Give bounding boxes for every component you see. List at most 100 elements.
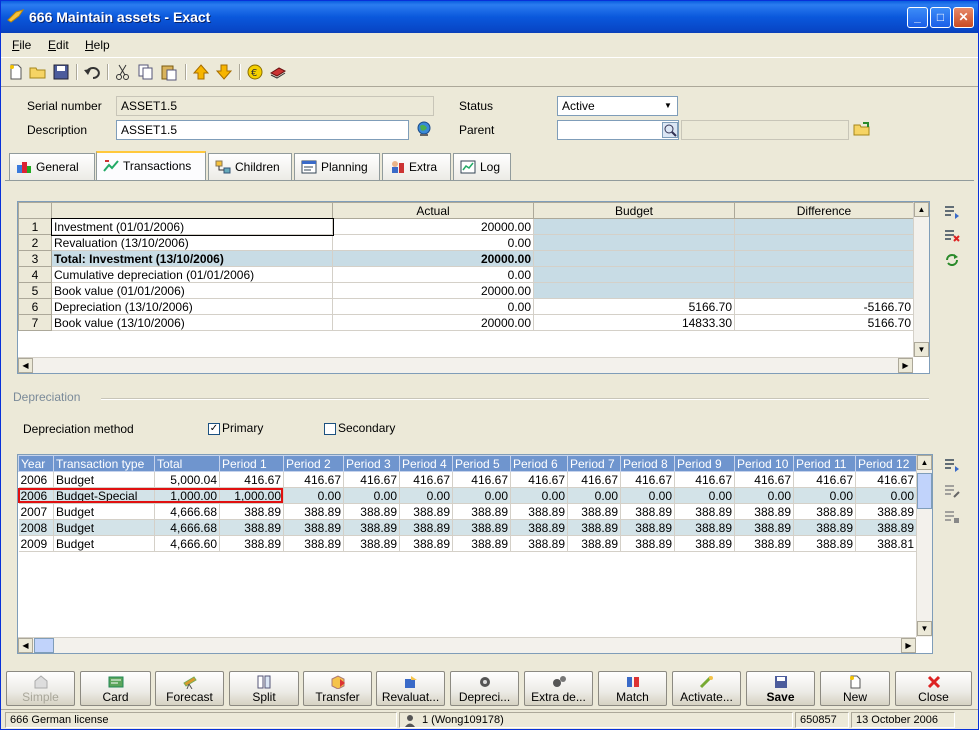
column-header-budget[interactable]: Budget — [533, 202, 735, 219]
cell-period[interactable]: 388.89 — [452, 519, 511, 536]
tab-general[interactable]: General — [9, 153, 95, 180]
transactions-grid[interactable]: Actual Budget Difference 1 Investment (01… — [17, 201, 930, 374]
primary-checkbox[interactable]: ✓ — [208, 423, 220, 435]
secondary-checkbox[interactable] — [324, 423, 336, 435]
menu-file[interactable]: File — [12, 38, 31, 52]
new-button[interactable]: New — [820, 671, 890, 706]
cell-total[interactable]: 4,666.60 — [154, 535, 220, 552]
cell-period[interactable]: 388.89 — [567, 503, 621, 520]
row-label[interactable]: Total: Investment (13/10/2006) — [51, 250, 333, 267]
cell-budget[interactable] — [533, 266, 735, 283]
column-header-transaction-type[interactable]: Transaction type — [53, 455, 155, 472]
column-header-period-12[interactable]: Period 12 — [855, 455, 917, 472]
cut-icon[interactable] — [114, 63, 132, 81]
secondary-label[interactable]: Secondary — [338, 421, 395, 435]
chevron-down-icon[interactable]: ▼ — [660, 98, 676, 114]
delete-row-icon[interactable] — [943, 227, 961, 245]
cell-year[interactable]: 2007 — [18, 503, 54, 520]
table-row[interactable]: 2006 Budget 5,000.04 416.67 416.67 416.67 416.… — [18, 471, 917, 488]
cell-period[interactable]: 388.89 — [343, 503, 400, 520]
cell-period[interactable]: 388.81 — [855, 535, 917, 552]
column-header-period-10[interactable]: Period 10 — [734, 455, 794, 472]
table-row[interactable]: 2 Revaluation (13/10/2006) 0.00 — [18, 234, 914, 251]
cell-actual[interactable]: 0.00 — [332, 298, 534, 315]
cell-period[interactable]: 0.00 — [343, 487, 400, 504]
table-row[interactable]: 2007 Budget 4,666.68 388.89 388.89 388.89 388.… — [18, 503, 917, 520]
row-label[interactable]: Investment (01/01/2006) — [50, 217, 334, 236]
cell-period[interactable]: 388.89 — [734, 535, 794, 552]
table-row[interactable]: 2009 Budget 4,666.60 388.89 388.89 388.89 388.… — [18, 535, 917, 552]
transactions-horizontal-scrollbar[interactable]: ◀ ▶ — [18, 357, 913, 373]
parent-field[interactable] — [557, 120, 679, 140]
edit-row-icon[interactable] — [943, 482, 961, 500]
primary-label[interactable]: Primary — [222, 421, 263, 435]
globe-icon[interactable] — [415, 120, 433, 138]
cell-period[interactable]: 0.00 — [452, 487, 511, 504]
delete-row-icon[interactable] — [943, 508, 961, 526]
cell-period[interactable]: 416.67 — [283, 471, 344, 488]
status-select[interactable]: Active ▼ — [557, 96, 678, 116]
refresh-icon[interactable] — [943, 251, 961, 269]
books-icon[interactable] — [269, 63, 287, 81]
cell-period[interactable]: 388.89 — [855, 519, 917, 536]
cell-period[interactable]: 0.00 — [793, 487, 856, 504]
cell-year[interactable]: 2006 — [18, 471, 54, 488]
paste-icon[interactable] — [160, 63, 178, 81]
cell-period[interactable]: 416.67 — [734, 471, 794, 488]
expand-rows-icon[interactable] — [943, 456, 961, 474]
scroll-down-icon[interactable]: ▼ — [917, 621, 932, 636]
cell-period[interactable]: 388.89 — [620, 535, 675, 552]
cell-difference[interactable] — [734, 250, 914, 267]
menu-edit[interactable]: Edit — [48, 38, 69, 52]
cell-period[interactable]: 388.89 — [510, 503, 568, 520]
cell-transaction-type[interactable]: Budget — [53, 503, 155, 520]
scroll-left-icon[interactable]: ◀ — [18, 358, 33, 373]
copy-icon[interactable] — [137, 63, 155, 81]
cell-period[interactable]: 388.89 — [283, 535, 344, 552]
split-button[interactable]: Split — [229, 671, 299, 706]
column-header-period-7[interactable]: Period 7 — [567, 455, 621, 472]
card-button[interactable]: Card — [80, 671, 151, 706]
cell-budget[interactable] — [533, 234, 735, 251]
cell-period[interactable]: 416.67 — [567, 471, 621, 488]
expand-rows-icon[interactable] — [943, 203, 961, 221]
cell-transaction-type[interactable]: Budget — [53, 519, 155, 536]
cell-period[interactable]: 388.89 — [283, 519, 344, 536]
close-button[interactable]: Close — [895, 671, 972, 706]
row-label[interactable]: Book value (01/01/2006) — [51, 282, 333, 299]
cell-difference[interactable] — [734, 266, 914, 283]
cell-period[interactable]: 388.89 — [343, 535, 400, 552]
cell-year[interactable]: 2008 — [18, 519, 54, 536]
column-header-total[interactable]: Total — [154, 455, 220, 472]
cell-period[interactable]: 388.89 — [510, 535, 568, 552]
cell-budget[interactable]: 14833.30 — [533, 314, 735, 331]
cell-difference[interactable]: 5166.70 — [734, 314, 914, 331]
row-label[interactable]: Depreciation (13/10/2006) — [51, 298, 333, 315]
cell-actual[interactable]: 0.00 — [332, 234, 534, 251]
column-header-actual[interactable]: Actual — [332, 202, 534, 219]
table-row[interactable]: 5 Book value (01/01/2006) 20000.00 — [18, 282, 914, 299]
cell-period[interactable]: 0.00 — [510, 487, 568, 504]
cell-transaction-type[interactable]: Budget — [53, 471, 155, 488]
currency-icon[interactable]: € — [246, 63, 264, 81]
cell-period[interactable]: 0.00 — [283, 487, 344, 504]
table-row[interactable]: 3 Total: Investment (13/10/2006) 20000.00 — [18, 250, 914, 267]
cell-total[interactable]: 4,666.68 — [154, 519, 220, 536]
cell-period[interactable]: 388.89 — [219, 503, 284, 520]
cell-period[interactable]: 388.89 — [734, 519, 794, 536]
scroll-thumb[interactable] — [34, 638, 54, 653]
title-bar[interactable]: 666 Maintain assets - Exact _ □ ✕ — [1, 1, 978, 33]
lookup-icon[interactable] — [662, 122, 678, 138]
table-row[interactable]: 7 Book value (13/10/2006) 20000.00 14833.30… — [18, 314, 914, 331]
description-field[interactable]: ASSET1.5 — [116, 120, 409, 140]
menu-help[interactable]: Help — [85, 38, 110, 52]
cell-period[interactable]: 388.89 — [452, 503, 511, 520]
scroll-left-icon[interactable]: ◀ — [18, 638, 33, 653]
row-label[interactable]: Cumulative depreciation (01/01/2006) — [51, 266, 333, 283]
maximize-button[interactable]: □ — [930, 7, 951, 28]
column-header-period-11[interactable]: Period 11 — [793, 455, 856, 472]
cell-period[interactable]: 388.89 — [620, 503, 675, 520]
save-disk-icon[interactable] — [52, 63, 70, 81]
cell-actual[interactable]: 20000.00 — [332, 314, 534, 331]
cell-total[interactable]: 4,666.68 — [154, 503, 220, 520]
